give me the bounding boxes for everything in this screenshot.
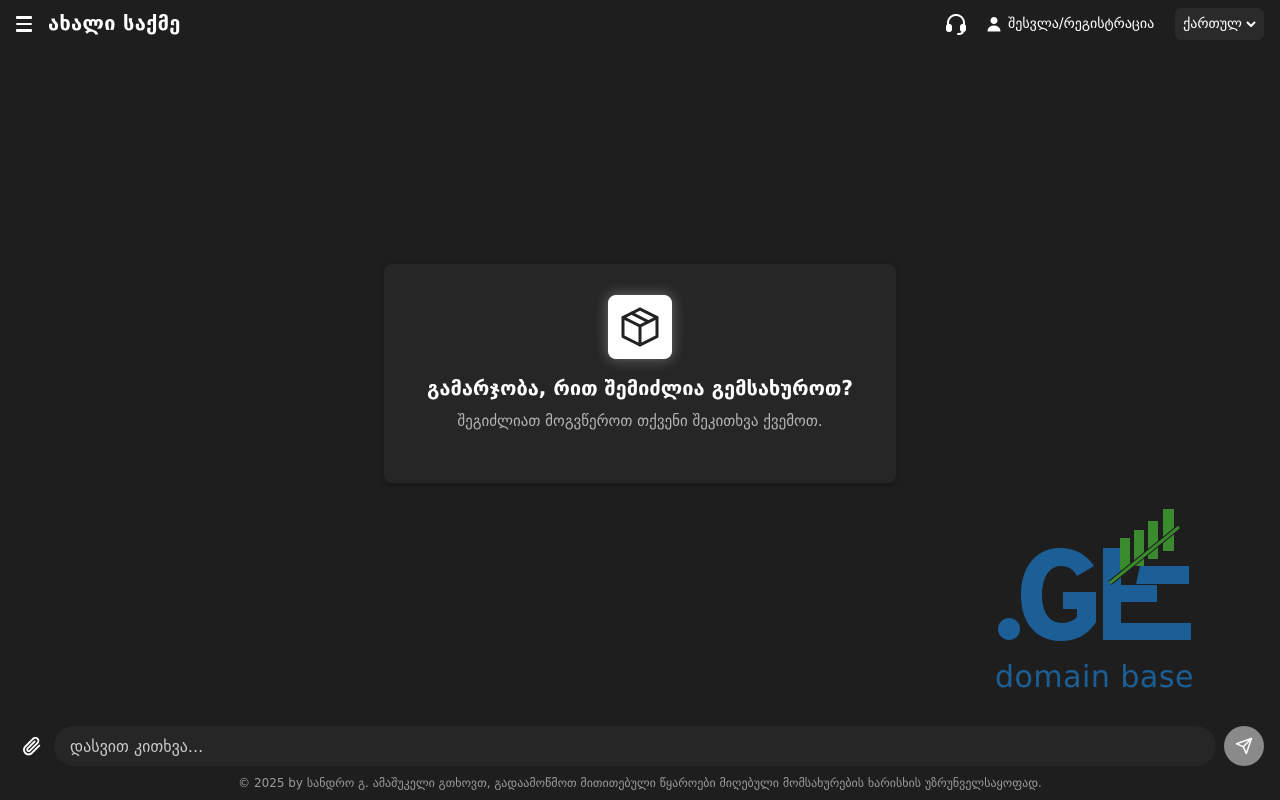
headset-icon[interactable] — [944, 12, 968, 36]
user-icon — [987, 17, 1001, 32]
brand-tagline: domain base — [995, 660, 1194, 695]
box-icon — [608, 295, 672, 359]
message-composer — [0, 724, 1280, 768]
paper-plane-icon — [1235, 737, 1253, 755]
login-label: შესვლა/რეგისტრაცია — [1008, 16, 1155, 32]
language-value: ქართულ — [1183, 16, 1242, 32]
send-button[interactable] — [1224, 726, 1264, 766]
welcome-card: გამარჯობა, რით შემიძლია გემსახუროთ? შეგი… — [384, 264, 896, 483]
welcome-subtitle: შეგიძლიათ მოგვწეროთ თქვენი შეკითხვა ქვემ… — [457, 412, 823, 430]
page-title: ახალი საქმე — [48, 11, 181, 35]
language-select[interactable]: ქართულ — [1175, 8, 1264, 40]
question-input[interactable] — [54, 726, 1216, 766]
paperclip-icon[interactable] — [21, 735, 43, 757]
footer-disclaimer: © 2025 by სანდრო გ. ამაშუკელი გთხოვთ, გა… — [238, 776, 1042, 790]
top-bar: ახალი საქმე შესვლა/რეგისტრაცია ქართულ — [0, 0, 1280, 48]
welcome-title: გამარჯობა, რით შემიძლია გემსახუროთ? — [426, 376, 854, 400]
chevron-down-icon — [1246, 21, 1256, 27]
hamburger-menu-icon[interactable] — [12, 12, 36, 36]
login-register-link[interactable]: შესვლა/რეგისტრაცია — [986, 14, 1154, 34]
